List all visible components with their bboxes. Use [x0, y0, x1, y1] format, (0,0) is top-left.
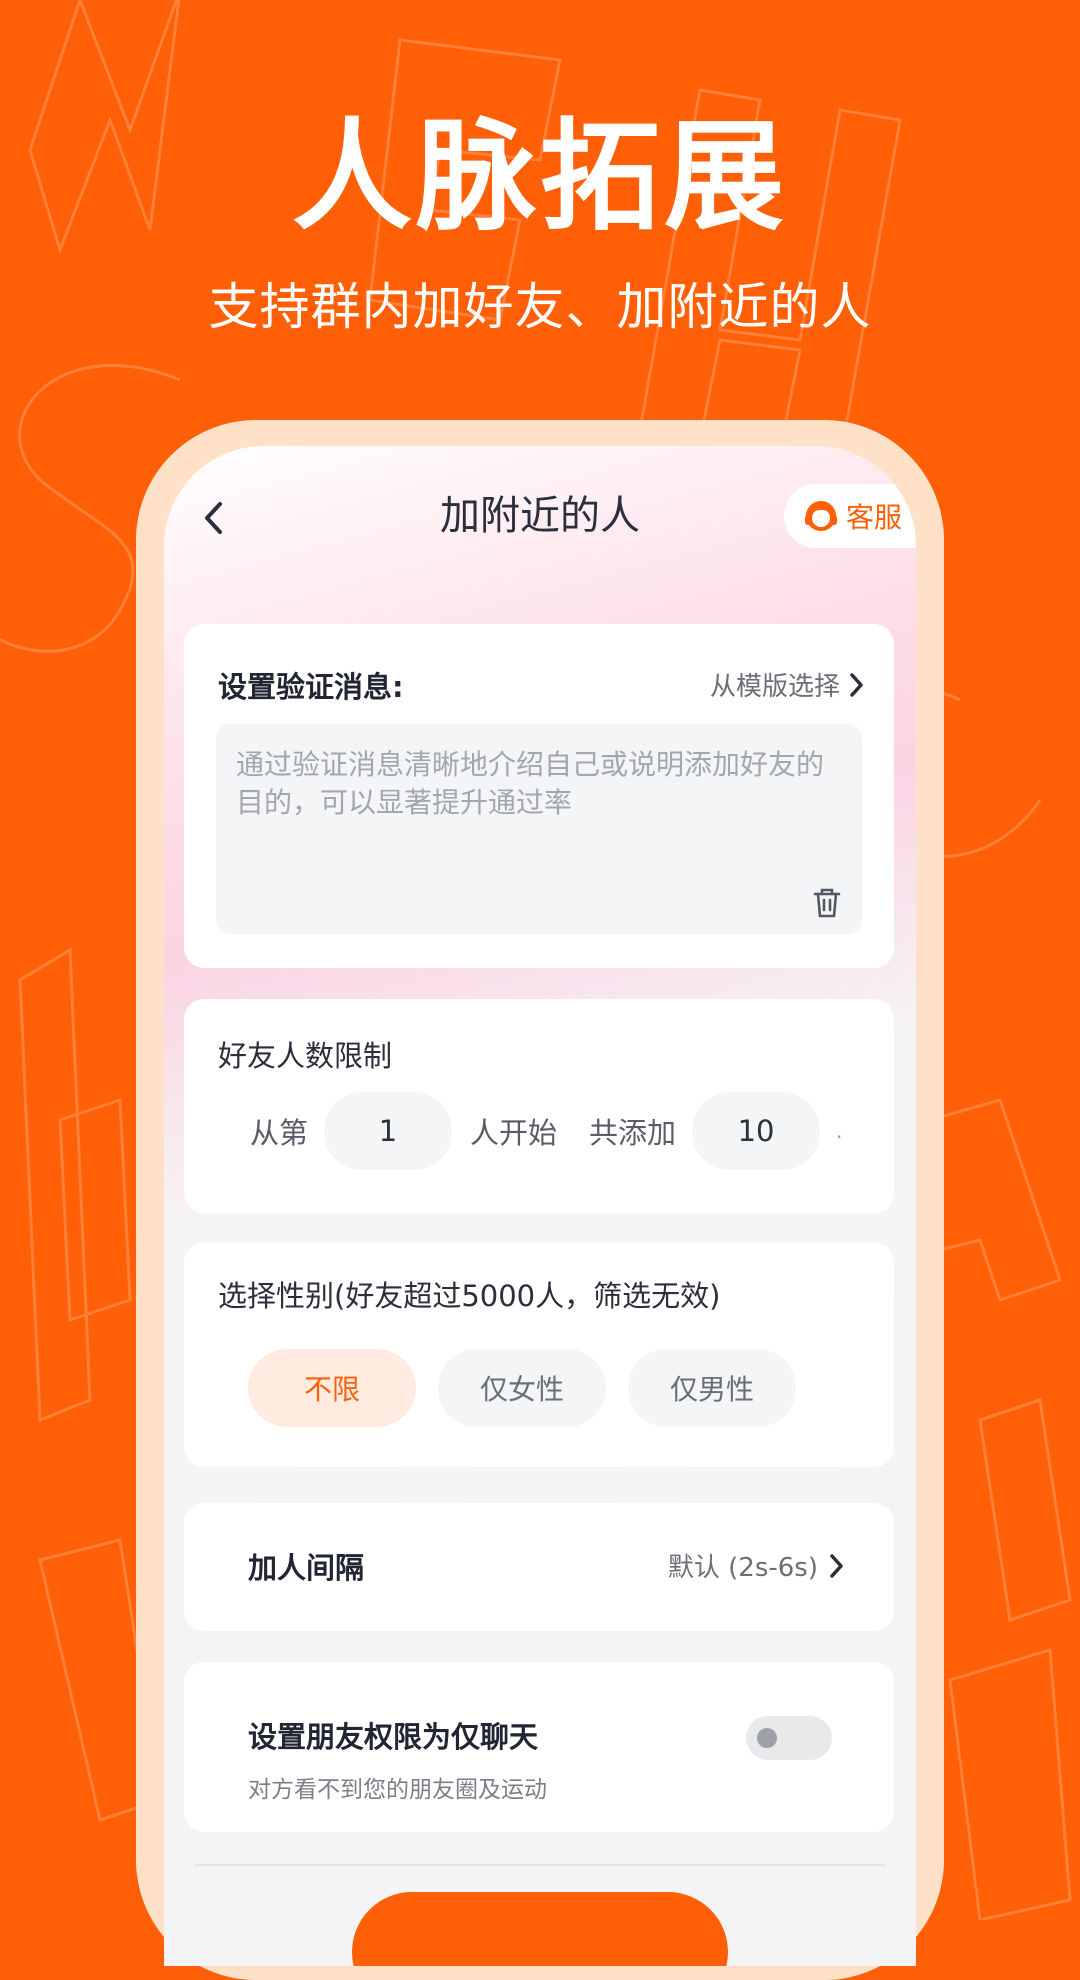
divider	[194, 1864, 886, 1866]
gender-option-female[interactable]: 仅女性	[438, 1349, 606, 1427]
gender-option-male[interactable]: 仅男性	[628, 1349, 796, 1427]
gender-option-any[interactable]: 不限	[248, 1349, 416, 1427]
chat-only-permission-title: 设置朋友权限为仅聊天	[248, 1720, 539, 1754]
chat-only-permission-toggle[interactable]	[746, 1716, 832, 1760]
add-interval-card[interactable]: 加人间隔 默认 (2s-6s)	[184, 1503, 894, 1631]
add-interval-title: 加人间隔	[248, 1551, 365, 1585]
friend-limit-title: 好友人数限制	[218, 1039, 393, 1073]
start-button[interactable]	[352, 1892, 728, 1966]
friend-limit-card: 好友人数限制 从第 人开始 共添加 .	[184, 999, 894, 1213]
chat-only-permission-description: 对方看不到您的朋友圈及运动	[248, 1777, 547, 1803]
verify-message-title: 设置验证消息:	[218, 670, 404, 704]
hero-subtitle: 支持群内加好友、加附近的人	[208, 278, 872, 336]
choose-template-label: 从模版选择	[709, 672, 840, 702]
friend-limit-row: 从第 人开始 共添加 .	[250, 1092, 843, 1170]
hero-title: 人脉拓展	[292, 108, 788, 247]
gender-filter-title: 选择性别(好友超过5000人，筛选无效)	[218, 1279, 721, 1313]
app-screen: 加附近的人 客服 设置验证消息: 从模版选择 通过验证消息清晰地介绍自己或说明添…	[164, 446, 916, 1966]
customer-service-avatar-icon	[805, 501, 837, 531]
chat-only-permission-card: 设置朋友权限为仅聊天 对方看不到您的朋友圈及运动	[184, 1662, 894, 1832]
total-count-input[interactable]	[692, 1092, 821, 1170]
customer-service-label: 客服	[846, 501, 903, 534]
start-index-input[interactable]	[324, 1092, 453, 1170]
chevron-right-icon	[850, 672, 863, 697]
gender-options: 不限 仅女性 仅男性	[248, 1349, 818, 1427]
chevron-right-icon	[830, 1553, 843, 1578]
start-suffix-label: 人开始	[470, 1116, 558, 1150]
choose-template-link[interactable]: 从模版选择	[710, 666, 864, 703]
add-interval-selector[interactable]: 默认 (2s-6s)	[668, 1547, 844, 1584]
gender-filter-card: 选择性别(好友超过5000人，筛选无效) 不限 仅女性 仅男性	[184, 1243, 894, 1467]
add-interval-value: 默认 (2s-6s)	[667, 1553, 818, 1583]
verify-message-input[interactable]	[216, 724, 862, 934]
toggle-knob	[757, 1728, 777, 1748]
total-label: 共添加	[589, 1116, 677, 1150]
customer-service-button[interactable]: 客服	[784, 484, 916, 548]
verify-message-card: 设置验证消息: 从模版选择	[184, 624, 894, 968]
trailing-mark: .	[836, 1119, 843, 1143]
trash-icon[interactable]	[810, 886, 844, 920]
from-label: 从第	[250, 1116, 309, 1150]
